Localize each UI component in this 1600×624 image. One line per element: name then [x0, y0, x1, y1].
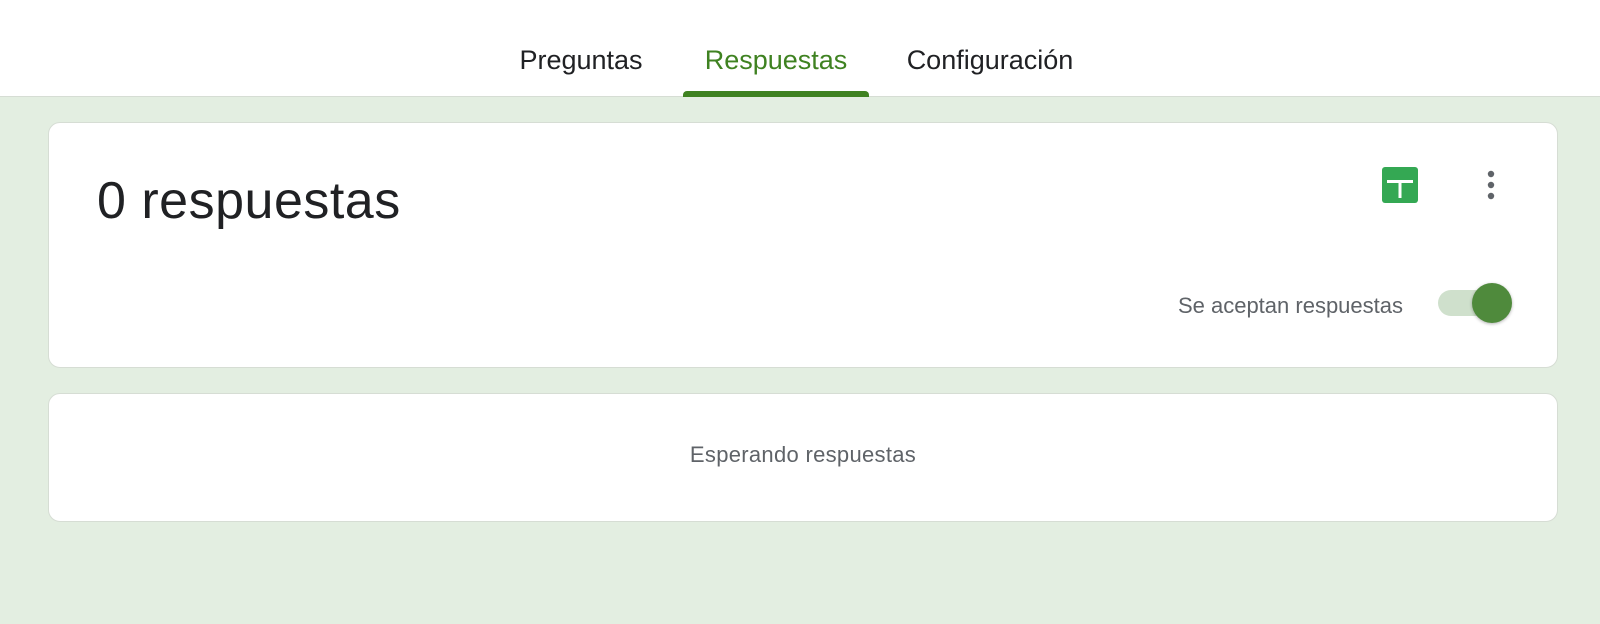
accepting-responses-toggle[interactable]: [1438, 283, 1512, 323]
top-tab-bar: Preguntas Respuestas Configuración: [0, 0, 1600, 97]
active-tab-indicator: [683, 91, 869, 97]
response-count-title: 0 respuestas: [97, 172, 401, 230]
tab-configuracion-label: Configuración: [906, 45, 1074, 75]
waiting-responses-text: Esperando respuestas: [689, 442, 917, 467]
tab-configuracion[interactable]: Configuración: [893, 0, 1087, 97]
tab-respuestas[interactable]: Respuestas: [683, 0, 869, 97]
tab-preguntas-label: Preguntas: [519, 45, 643, 75]
empty-responses-card: Esperando respuestas: [48, 393, 1558, 522]
more-vert-icon[interactable]: [1471, 165, 1511, 205]
toggle-thumb: [1472, 283, 1512, 323]
tab-respuestas-label: Respuestas: [704, 45, 848, 75]
tab-preguntas[interactable]: Preguntas: [514, 0, 648, 97]
accepting-responses-label: Se aceptan respuestas: [1177, 293, 1403, 318]
responses-summary-card: 0 respuestas Se aceptan respuestas: [48, 122, 1558, 368]
google-sheets-icon[interactable]: [1382, 167, 1418, 203]
